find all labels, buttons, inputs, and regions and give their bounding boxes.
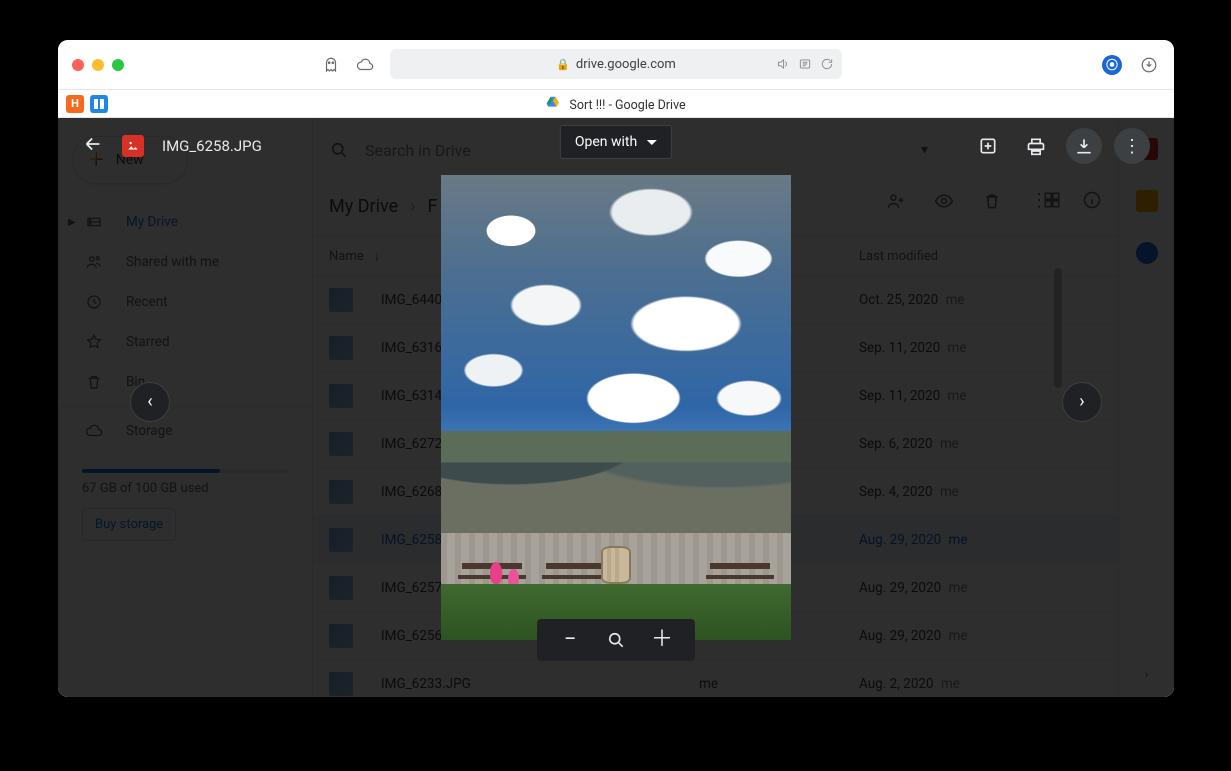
image-preview — [441, 175, 791, 640]
tab-title[interactable]: Sort !!! - Google Drive — [546, 95, 685, 113]
zoom-controls: − ＋ — [537, 619, 695, 661]
print-button[interactable] — [1018, 128, 1054, 164]
favorite-shortcut-1[interactable]: H — [66, 95, 84, 113]
favorite-shortcut-2[interactable] — [90, 95, 108, 113]
zoom-reset-button[interactable] — [605, 629, 627, 651]
address-bar[interactable]: 🔒 drive.google.com — [390, 49, 842, 79]
fullscreen-window-button[interactable] — [112, 59, 124, 71]
close-window-button[interactable] — [72, 59, 84, 71]
viewer-filename: IMG_6258.JPG — [162, 137, 262, 155]
add-to-drive-button[interactable] — [970, 128, 1006, 164]
safari-window: 🔒 drive.google.com ⦿ H Sort !!! - Google — [58, 40, 1174, 697]
cloud-extension-icon[interactable] — [354, 54, 376, 76]
browser-titlebar: 🔒 drive.google.com ⦿ — [58, 40, 1174, 90]
favorites-bar: H — [66, 95, 108, 113]
minimize-window-button[interactable] — [92, 59, 104, 71]
downloads-icon[interactable] — [1138, 54, 1160, 76]
next-image-button[interactable]: › — [1062, 382, 1102, 422]
reload-icon[interactable] — [820, 57, 834, 71]
audio-icon[interactable] — [776, 57, 790, 71]
reader-icon[interactable] — [798, 57, 812, 71]
lock-icon: 🔒 — [556, 58, 570, 71]
viewer-more-button[interactable]: ⋮ — [1114, 128, 1150, 164]
zoom-out-button[interactable]: − — [559, 629, 581, 651]
browser-tabstrip: H Sort !!! - Google Drive — [58, 90, 1174, 118]
address-bar-trailing — [776, 57, 834, 71]
prev-image-button[interactable]: ‹ — [130, 382, 170, 422]
window-controls — [72, 59, 124, 71]
viewer-actions: ⋮ — [970, 128, 1150, 164]
onepassword-extension-icon[interactable]: ⦿ — [1102, 55, 1122, 75]
download-button[interactable] — [1066, 128, 1102, 164]
image-file-icon — [122, 135, 144, 157]
ghost-extension-icon[interactable] — [320, 54, 342, 76]
back-button[interactable] — [82, 133, 104, 159]
browser-right-extensions: ⦿ — [1102, 54, 1160, 76]
url-host: drive.google.com — [576, 57, 676, 72]
zoom-in-button[interactable]: ＋ — [651, 629, 673, 651]
open-with-button[interactable]: Open with — [560, 125, 672, 159]
